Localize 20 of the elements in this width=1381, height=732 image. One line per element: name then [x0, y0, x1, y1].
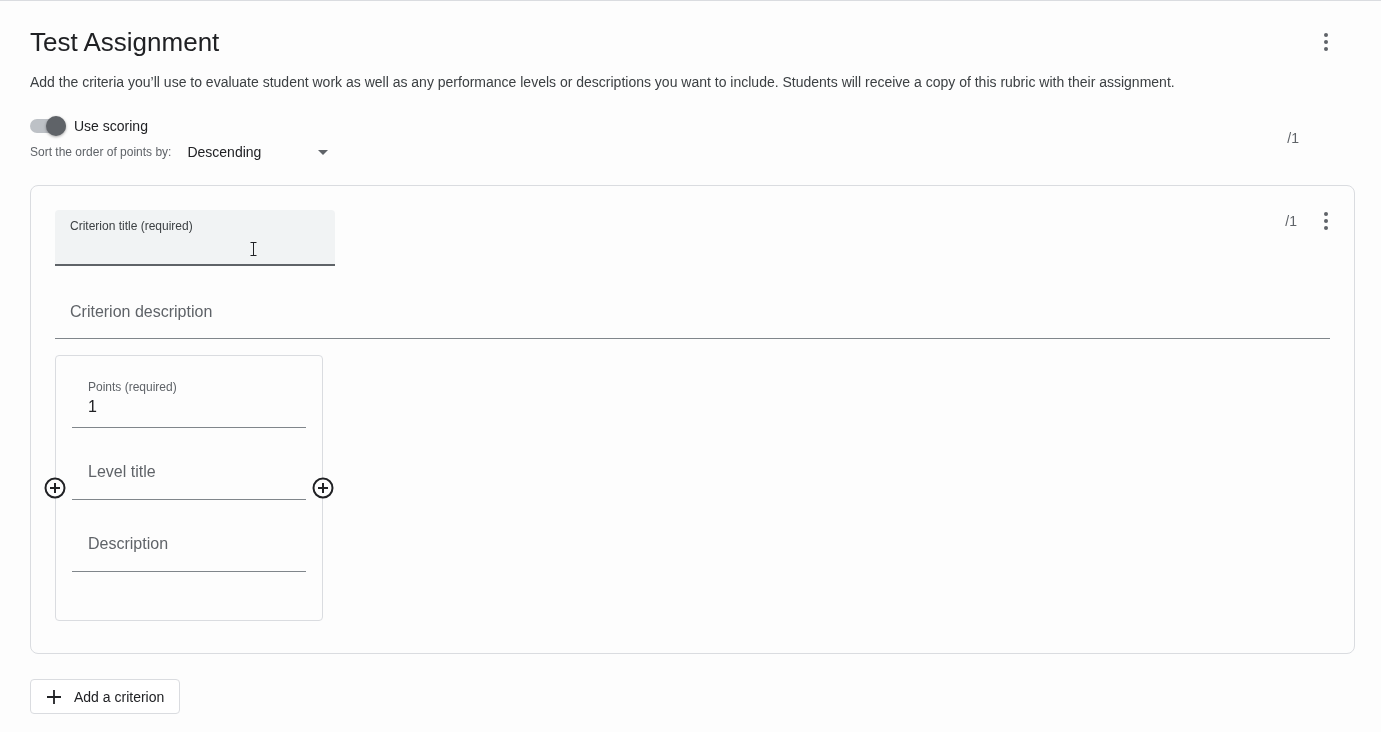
add-criterion-button[interactable]: Add a criterion [30, 679, 181, 714]
plus-circle-icon[interactable] [44, 477, 66, 499]
plus-circle-icon[interactable] [312, 477, 334, 499]
sort-dropdown[interactable]: Descending [187, 144, 334, 160]
criterion-title-field[interactable] [55, 210, 335, 266]
field-label: Points (required) [88, 379, 177, 395]
sort-label: Sort the order of points by: [30, 145, 172, 159]
field-label: Criterion title (required) [70, 219, 193, 233]
criterion-points: /1 [1285, 213, 1297, 229]
caret-icon [318, 149, 329, 155]
assignment-title: Test Assignment [30, 26, 220, 59]
level-description-field[interactable]: Description [72, 516, 306, 572]
text-cursor-icon [250, 242, 257, 256]
criterion-description-field[interactable]: Criterion description [55, 286, 1330, 339]
total-points: /1 [1287, 130, 1299, 146]
level-title-field[interactable]: Level title [72, 444, 306, 500]
scoring-label: Use scoring [74, 118, 148, 134]
scoring-toggle[interactable] [30, 119, 66, 133]
plus-icon [46, 688, 62, 705]
rubric-instructions: Add the criteria you’ll use to evaluate student work as well as any performance levels or descriptions you want to include. Students will receive a copy of this rubric with their assignment. [30, 73, 1176, 92]
